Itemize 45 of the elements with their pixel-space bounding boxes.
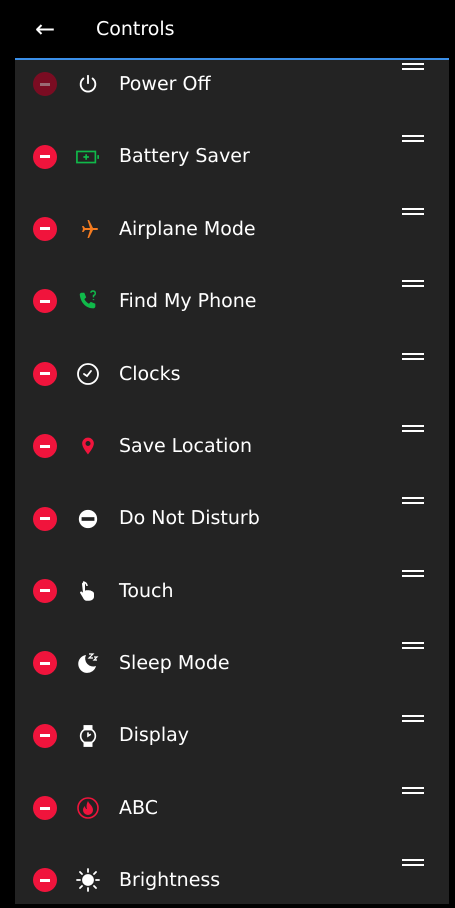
remove-button[interactable] [33, 868, 57, 892]
control-label: Power Off [119, 72, 212, 97]
remove-button[interactable] [33, 578, 57, 603]
control-label: Airplane Mode [119, 216, 257, 242]
remove-button[interactable] [33, 796, 57, 820]
back-button[interactable]: ← [35, 17, 59, 41]
drag-handle-icon[interactable] [402, 570, 424, 577]
control-label: Battery Saver [119, 144, 251, 170]
drag-handle-icon[interactable] [402, 280, 424, 288]
drag-handle-icon[interactable] [402, 786, 424, 794]
drag-handle-icon[interactable] [402, 859, 424, 866]
control-label: Display [119, 723, 190, 748]
control-label: Clocks [119, 362, 182, 386]
control-label: ABC [119, 796, 159, 821]
page-title: Controls [96, 16, 175, 42]
remove-button[interactable] [33, 289, 57, 314]
control-label: Do Not Disturb [119, 506, 261, 532]
drag-handle-icon[interactable] [402, 424, 424, 432]
flame-icon [76, 796, 100, 820]
control-label: Brightness [119, 868, 222, 894]
drag-handle-icon[interactable] [402, 208, 424, 215]
drag-handle-icon[interactable] [402, 642, 424, 650]
control-label: Find My Phone [119, 289, 258, 314]
remove-button[interactable] [33, 216, 57, 241]
control-label: Touch [119, 578, 175, 604]
drag-handle-icon[interactable] [402, 714, 424, 722]
remove-button[interactable] [33, 724, 57, 748]
sun-icon [76, 868, 100, 892]
drag-handle-icon[interactable] [402, 352, 424, 360]
drag-handle-icon[interactable] [402, 63, 424, 70]
moon-icon [76, 651, 100, 676]
battery-icon [76, 148, 100, 165]
remove-button[interactable] [33, 144, 57, 169]
drag-handle-icon[interactable] [402, 497, 424, 504]
control-label: Sleep Mode [119, 651, 231, 676]
control-label: Save Location [119, 434, 254, 459]
remove-button[interactable] [33, 651, 57, 676]
remove-button[interactable] [33, 362, 57, 386]
remove-button[interactable] [33, 434, 57, 458]
do-not-disturb-icon [77, 508, 99, 530]
clock-icon [76, 362, 100, 386]
watch-icon [77, 724, 99, 748]
power-icon [77, 73, 99, 96]
remove-button[interactable] [33, 506, 57, 531]
drag-handle-icon[interactable] [402, 135, 424, 142]
